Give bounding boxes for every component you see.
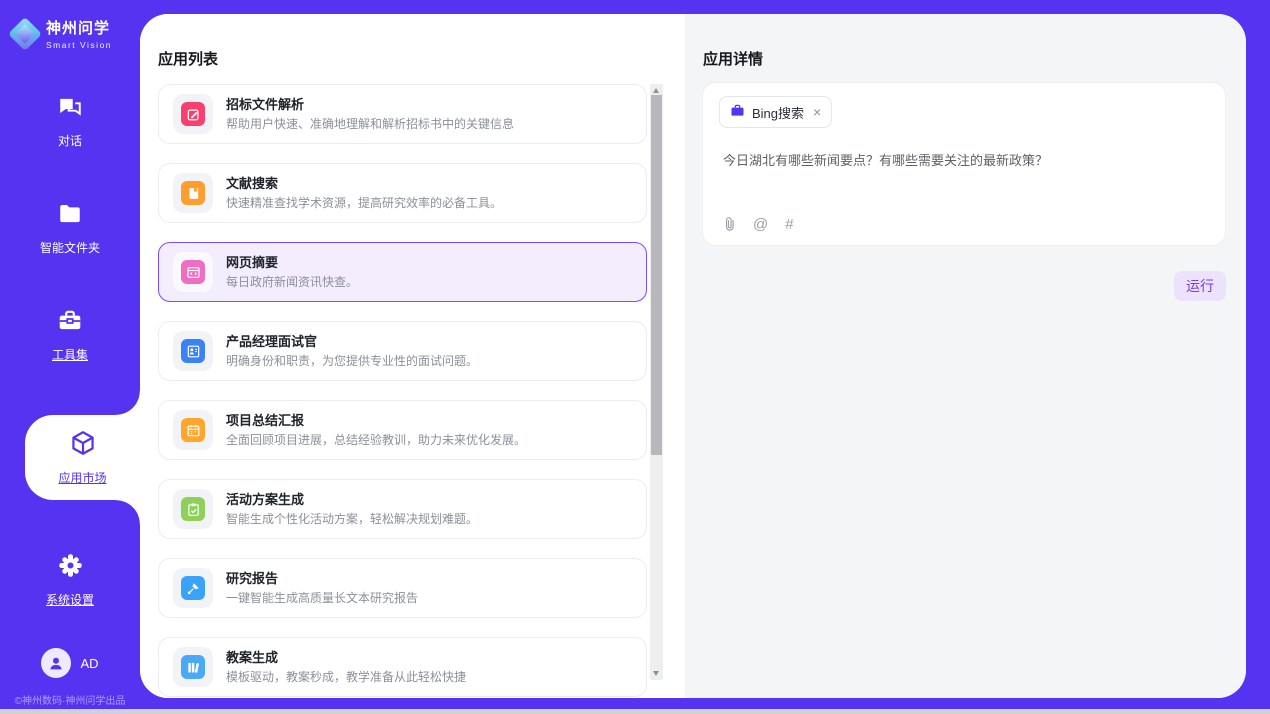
app-icon-frame xyxy=(173,173,213,213)
app-card-project-summary[interactable]: 项目总结汇报全面回顾项目进展，总结经验教训，助力未来优化发展。 xyxy=(158,400,647,460)
sidebar-item-system-settings[interactable]: 系统设置 xyxy=(0,552,140,608)
book-icon xyxy=(181,181,205,205)
brand-logo-icon xyxy=(8,17,42,51)
clipboard-check-icon xyxy=(181,497,205,521)
app-card-list: 招标文件解析帮助用户快速、准确地理解和解析招标书中的关键信息文献搜索快速精准查找… xyxy=(158,84,647,698)
hash-icon[interactable]: # xyxy=(785,217,793,232)
brand-subtitle: Smart Vision xyxy=(46,40,112,50)
composer-toolbar: @ # xyxy=(723,216,794,232)
sidebar-item-label: 对话 xyxy=(58,132,82,149)
brand-text: 神州问学 Smart Vision xyxy=(46,17,112,50)
sidebar-item-app-market[interactable]: 应用市场 xyxy=(25,415,140,500)
app-card-texts: 项目总结汇报全面回顾项目进展，总结经验教训，助力未来优化发展。 xyxy=(226,412,526,448)
app-icon-frame xyxy=(173,410,213,450)
toolbox-icon xyxy=(57,308,83,339)
app-card-desc: 明确身份和职责，为您提供专业性的面试问题。 xyxy=(226,353,478,369)
app-icon-frame xyxy=(173,647,213,687)
bottom-edge-strip xyxy=(0,709,1270,714)
at-icon[interactable]: @ xyxy=(753,217,768,232)
edit-doc-icon xyxy=(181,102,205,126)
brand-logo: 神州问学 Smart Vision xyxy=(0,0,140,50)
app-card-texts: 研究报告一键智能生成高质量长文本研究报告 xyxy=(226,570,418,606)
app-card-texts: 产品经理面试官明确身份和职责，为您提供专业性的面试问题。 xyxy=(226,333,478,369)
app-card-texts: 教案生成模板驱动，教案秒成，教学准备从此轻松快捷 xyxy=(226,649,466,685)
folder-icon xyxy=(57,201,83,232)
main-content: 应用列表 招标文件解析帮助用户快速、准确地理解和解析招标书中的关键信息文献搜索快… xyxy=(140,14,1246,698)
browser-code-icon xyxy=(181,260,205,284)
app-card-title: 活动方案生成 xyxy=(226,491,478,508)
brand-name: 神州问学 xyxy=(46,17,112,38)
app-card-texts: 活动方案生成智能生成个性化活动方案，轻松解决规划难题。 xyxy=(226,491,478,527)
gear-icon xyxy=(57,552,84,584)
app-card-desc: 模板驱动，教案秒成，教学准备从此轻松快捷 xyxy=(226,669,466,685)
app-card-desc: 每日政府新闻资讯快查。 xyxy=(226,274,358,290)
sidebar-item-label: 智能文件夹 xyxy=(40,239,100,256)
app-card-research-report[interactable]: 研究报告一键智能生成高质量长文本研究报告 xyxy=(158,558,647,618)
scrollbar-thumb[interactable] xyxy=(651,95,662,455)
scrollbar[interactable] xyxy=(650,84,663,680)
copyright-text: ©神州数码·神州问学出品 xyxy=(0,692,140,707)
run-button[interactable]: 运行 xyxy=(1174,271,1226,301)
app-card-texts: 文献搜索快速精准查找学术资源，提高研究效率的必备工具。 xyxy=(226,175,502,211)
sidebar-item-label: 工具集 xyxy=(52,346,88,363)
user-account[interactable]: AD xyxy=(0,648,140,678)
app-card-desc: 一键智能生成高质量长文本研究报告 xyxy=(226,590,418,606)
app-icon-frame xyxy=(173,568,213,608)
app-card-title: 文献搜索 xyxy=(226,175,502,192)
scroll-down-icon[interactable] xyxy=(653,671,659,676)
app-card-title: 产品经理面试官 xyxy=(226,333,478,350)
books-icon xyxy=(181,655,205,679)
app-card-title: 网页摘要 xyxy=(226,254,358,271)
app-card-desc: 智能生成个性化活动方案，轻松解决规划难题。 xyxy=(226,511,478,527)
app-card-texts: 招标文件解析帮助用户快速、准确地理解和解析招标书中的关键信息 xyxy=(226,96,514,132)
query-text-input[interactable]: 今日湖北有哪些新闻要点？有哪些需要关注的最新政策？ xyxy=(723,151,1201,170)
app-card-title: 招标文件解析 xyxy=(226,96,514,113)
app-icon-frame xyxy=(173,331,213,371)
sidebar-item-toolset[interactable]: 工具集 xyxy=(0,308,140,363)
app-card-bid-doc-parse[interactable]: 招标文件解析帮助用户快速、准确地理解和解析招标书中的关键信息 xyxy=(158,84,647,144)
app-card-event-plan[interactable]: 活动方案生成智能生成个性化活动方案，轻松解决规划难题。 xyxy=(158,479,647,539)
user-initials: AD xyxy=(80,656,98,671)
app-card-literature-search[interactable]: 文献搜索快速精准查找学术资源，提高研究效率的必备工具。 xyxy=(158,163,647,223)
briefcase-icon xyxy=(730,103,745,121)
chat-icon xyxy=(57,94,83,125)
sidebar-item-label: 系统设置 xyxy=(46,591,94,608)
cube-icon xyxy=(69,429,97,462)
app-detail-title: 应用详情 xyxy=(685,14,1246,69)
person-icon xyxy=(47,654,65,672)
app-list-title: 应用列表 xyxy=(140,14,685,69)
app-icon-frame xyxy=(173,489,213,529)
interviewer-icon xyxy=(181,339,205,363)
sidebar: 神州问学 Smart Vision 对话智能文件夹工具集应用市场系统设置 AD … xyxy=(0,0,140,714)
paperclip-icon[interactable] xyxy=(723,216,736,232)
sidebar-item-label: 应用市场 xyxy=(58,469,106,486)
sidebar-item-chat[interactable]: 对话 xyxy=(0,94,140,149)
app-card-title: 研究报告 xyxy=(226,570,418,587)
app-card-lesson-plan[interactable]: 教案生成模板驱动，教案秒成，教学准备从此轻松快捷 xyxy=(158,637,647,697)
avatar xyxy=(41,648,71,678)
scroll-up-icon[interactable] xyxy=(653,88,659,93)
app-detail-panel: 应用详情 Bing搜索 × 今日湖北有哪些新闻要点？有哪些需要关注的最新政策？ xyxy=(685,14,1246,698)
app-icon-frame xyxy=(173,252,213,292)
tool-tag-label: Bing搜索 xyxy=(752,103,804,122)
composer-card: Bing搜索 × 今日湖北有哪些新闻要点？有哪些需要关注的最新政策？ @ # xyxy=(702,82,1226,246)
sidebar-item-smart-folders[interactable]: 智能文件夹 xyxy=(0,201,140,256)
calendar-icon xyxy=(181,418,205,442)
app-list-panel: 应用列表 招标文件解析帮助用户快速、准确地理解和解析招标书中的关键信息文献搜索快… xyxy=(140,14,685,698)
app-icon-frame xyxy=(173,94,213,134)
app-card-web-summary[interactable]: 网页摘要每日政府新闻资讯快查。 xyxy=(158,242,647,302)
sidebar-nav: 对话智能文件夹工具集应用市场系统设置 xyxy=(0,94,140,608)
app-card-title: 教案生成 xyxy=(226,649,466,666)
app-card-title: 项目总结汇报 xyxy=(226,412,526,429)
close-icon[interactable]: × xyxy=(813,105,821,119)
pen-report-icon xyxy=(181,576,205,600)
app-card-desc: 全面回顾项目进展，总结经验教训，助力未来优化发展。 xyxy=(226,432,526,448)
tool-tag-bing-search[interactable]: Bing搜索 × xyxy=(719,96,832,128)
app-card-desc: 快速精准查找学术资源，提高研究效率的必备工具。 xyxy=(226,195,502,211)
app-card-texts: 网页摘要每日政府新闻资讯快查。 xyxy=(226,254,358,290)
app-card-pm-interviewer[interactable]: 产品经理面试官明确身份和职责，为您提供专业性的面试问题。 xyxy=(158,321,647,381)
app-card-desc: 帮助用户快速、准确地理解和解析招标书中的关键信息 xyxy=(226,116,514,132)
